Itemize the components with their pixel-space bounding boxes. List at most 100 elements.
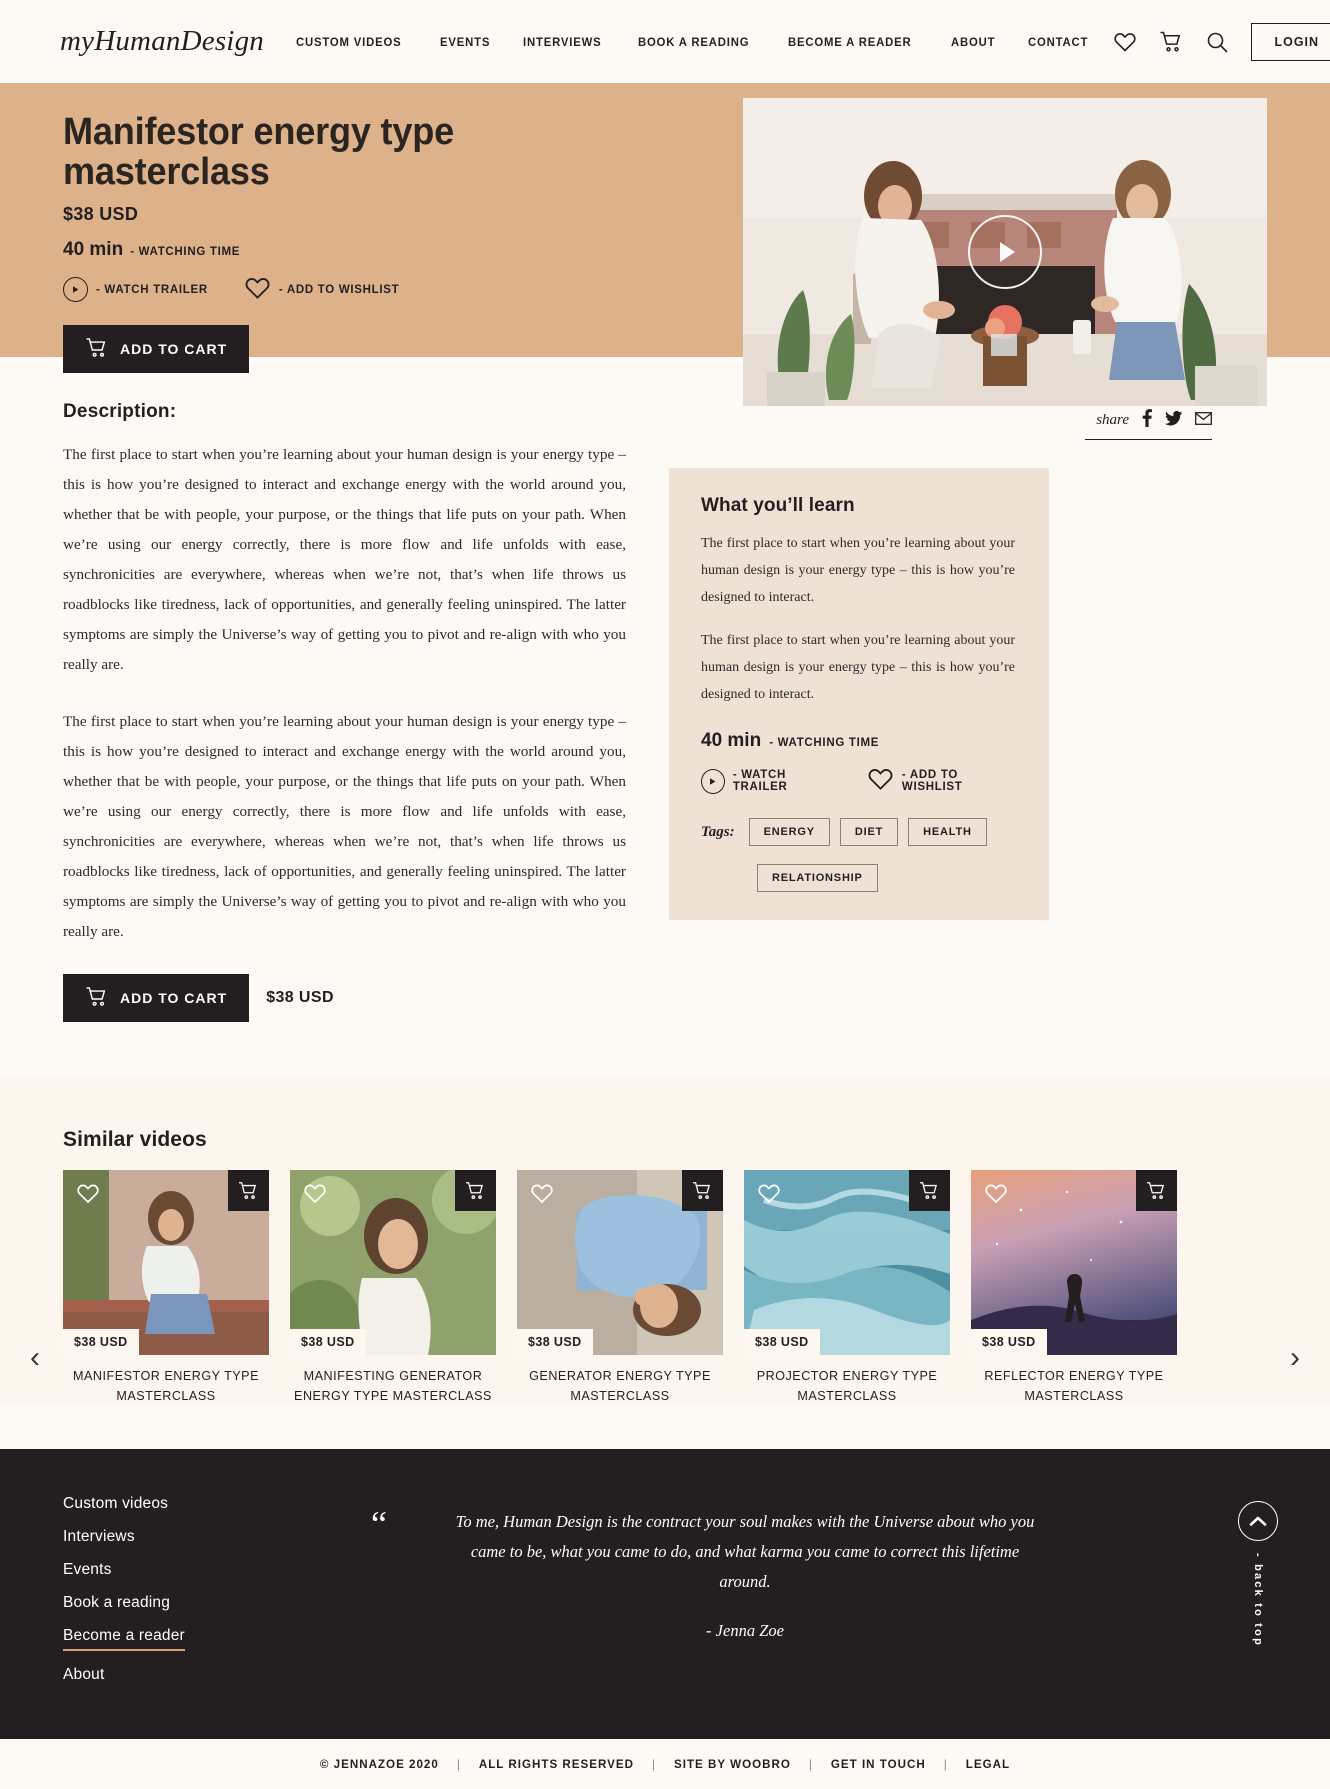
video-card[interactable]: $38 USD MANIFESTOR ENERGY TYPE MASTERCLA… — [63, 1170, 269, 1406]
learn-heading: What you’ll learn — [701, 495, 855, 516]
heart-icon[interactable] — [757, 1182, 781, 1209]
video-card[interactable]: $38 USD MANIFESTING GENERATOR ENERGY TYP… — [290, 1170, 496, 1406]
footer-link-become-a-reader[interactable]: Become a reader — [63, 1627, 185, 1652]
similar-videos-heading: Similar videos — [63, 1128, 207, 1151]
legal-link[interactable]: LEGAL — [966, 1758, 1010, 1771]
facebook-icon[interactable] — [1142, 409, 1152, 432]
hero-duration-label: - WATCHING TIME — [130, 245, 241, 258]
tags-row: Tags: ENERGY DIET HEALTH RELATIONSHIP — [701, 818, 1015, 892]
page-title: Manifestor energy type masterclass — [63, 111, 455, 193]
carousel-next-button[interactable]: › — [1290, 1343, 1300, 1373]
video-card-overlays: $38 USD — [517, 1170, 723, 1355]
carousel-prev-button[interactable]: ‹ — [30, 1343, 40, 1373]
heart-icon[interactable] — [1113, 30, 1137, 54]
learn-duration-label: - WATCHING TIME — [769, 737, 880, 749]
cart-icon[interactable] — [682, 1170, 723, 1211]
learn-actions: - WATCH TRAILER - ADD TO WISHLIST — [701, 766, 1015, 796]
email-icon[interactable] — [1195, 411, 1212, 430]
separator: | — [943, 1757, 948, 1771]
tag-energy[interactable]: ENERGY — [748, 818, 830, 846]
back-to-top-label: - back to top — [1252, 1553, 1264, 1648]
video-card-title: PROJECTOR ENERGY TYPE MASTERCLASS — [756, 1369, 938, 1403]
video-card-overlays: $38 USD — [744, 1170, 950, 1355]
heart-icon[interactable] — [76, 1182, 100, 1209]
heart-icon[interactable] — [303, 1182, 327, 1209]
price-badge: $38 USD — [290, 1329, 366, 1355]
price-badge: $38 USD — [971, 1329, 1047, 1355]
separator: | — [652, 1757, 657, 1771]
nav-item-book-a-reading[interactable]: BOOK A READING — [638, 35, 749, 49]
cart-icon[interactable] — [909, 1170, 950, 1211]
footer-quote-block: “ To me, Human Design is the contract yo… — [313, 1495, 1267, 1699]
play-button-overlay[interactable] — [968, 215, 1042, 289]
price-badge: $38 USD — [517, 1329, 593, 1355]
body-price: $38 USD — [266, 989, 334, 1006]
back-to-top-button[interactable]: - back to top — [1234, 1501, 1282, 1647]
cart-icon[interactable] — [1136, 1170, 1177, 1211]
video-card-title: MANIFESTOR ENERGY TYPE MASTERCLASS — [73, 1369, 259, 1403]
video-card[interactable]: $38 USD PROJECTOR ENERGY TYPE MASTERCLAS… — [744, 1170, 950, 1406]
nav-item-events[interactable]: EVENTS — [440, 35, 490, 49]
learn-paragraph: The first place to start when you’re lea… — [701, 536, 1015, 605]
add-to-cart-label: ADD TO CART — [120, 340, 228, 357]
price-badge: $38 USD — [63, 1329, 139, 1355]
footer-link-custom-videos[interactable]: Custom videos — [63, 1495, 168, 1513]
login-button[interactable]: LOGIN — [1251, 22, 1330, 61]
add-to-wishlist-button-sidebar[interactable]: - ADD TO WISHLIST — [867, 766, 1015, 796]
heart-icon[interactable] — [530, 1182, 554, 1209]
footer-link-book-a-reading[interactable]: Book a reading — [63, 1594, 170, 1612]
search-icon[interactable] — [1205, 30, 1229, 54]
video-card[interactable]: $38 USD REFLECTOR ENERGY TYPE MASTERCLAS… — [971, 1170, 1177, 1406]
play-circle-icon — [63, 277, 88, 303]
rights-text: ALL RIGHTS RESERVED — [478, 1757, 634, 1771]
site-logo[interactable]: myHumanDesign — [60, 25, 264, 58]
cart-icon — [85, 986, 109, 1010]
add-to-wishlist-label: - ADD TO WISHLIST — [901, 769, 963, 793]
nav-item-become-a-reader[interactable]: BECOME A READER — [788, 35, 911, 49]
cart-icon[interactable] — [455, 1170, 496, 1211]
separator: | — [808, 1757, 813, 1771]
watch-trailer-button[interactable]: - WATCH TRAILER — [63, 277, 208, 303]
heart-icon — [867, 766, 894, 796]
tag-relationship[interactable]: RELATIONSHIP — [757, 864, 878, 892]
description-column: Description: The first place to start wh… — [63, 357, 626, 1022]
video-card-title: REFLECTOR ENERGY TYPE MASTERCLASS — [984, 1369, 1164, 1403]
twitter-icon[interactable] — [1165, 410, 1182, 431]
logo-part-my: my — [60, 25, 95, 57]
tags-label: Tags: — [701, 823, 735, 840]
cart-icon[interactable] — [1159, 30, 1183, 54]
nav-item-custom-videos[interactable]: CUSTOM VIDEOS — [296, 35, 401, 49]
price-badge: $38 USD — [744, 1329, 820, 1355]
tag-diet[interactable]: DIET — [839, 818, 899, 846]
footer-link-about[interactable]: About — [63, 1666, 105, 1684]
watch-trailer-label: - WATCH TRAILER — [96, 283, 208, 296]
add-to-wishlist-button[interactable]: - ADD TO WISHLIST — [244, 275, 400, 305]
add-to-cart-button-body[interactable]: ADD TO CART — [63, 974, 250, 1022]
learn-duration: 40 min - WATCHING TIME — [701, 730, 1015, 752]
site-by-link[interactable]: SITE BY WOOBRO — [674, 1758, 791, 1771]
add-to-cart-label: ADD TO CART — [120, 990, 228, 1006]
description-paragraph: The first place to start when you’re lea… — [63, 446, 626, 673]
footer-inner: Custom videos Interviews Events Book a r… — [63, 1495, 1267, 1699]
quote-mark-icon: “ — [371, 1504, 387, 1545]
chevron-up-icon — [1238, 1501, 1278, 1542]
watch-trailer-button-sidebar[interactable]: - WATCH TRAILER — [701, 768, 839, 794]
watch-trailer-label: - WATCH TRAILER — [732, 769, 788, 793]
what-youll-learn-panel: What you’ll learn The first place to sta… — [669, 468, 1049, 920]
cart-icon[interactable] — [228, 1170, 269, 1211]
footer-link-interviews[interactable]: Interviews — [63, 1528, 135, 1546]
nav-item-about[interactable]: ABOUT — [951, 35, 995, 49]
video-card[interactable]: $38 USD GENERATOR ENERGY TYPE MASTERCLAS… — [517, 1170, 723, 1406]
footer-link-events[interactable]: Events — [63, 1561, 112, 1579]
play-triangle-icon — [1000, 242, 1015, 262]
footer-nav: Custom videos Interviews Events Book a r… — [63, 1495, 313, 1699]
nav-item-contact[interactable]: CONTACT — [1028, 35, 1088, 49]
nav-item-interviews[interactable]: INTERVIEWS — [523, 35, 601, 49]
get-in-touch-link[interactable]: GET IN TOUCH — [831, 1758, 926, 1771]
heart-icon[interactable] — [984, 1182, 1008, 1209]
add-to-wishlist-label: - ADD TO WISHLIST — [278, 283, 400, 296]
video-card-title: MANIFESTING GENERATOR ENERGY TYPE MASTER… — [294, 1369, 492, 1403]
page-root: myHumanDesign CUSTOM VIDEOS EVENTS INTER… — [0, 0, 1330, 1789]
play-circle-icon — [701, 768, 725, 794]
tag-health[interactable]: HEALTH — [908, 818, 987, 846]
